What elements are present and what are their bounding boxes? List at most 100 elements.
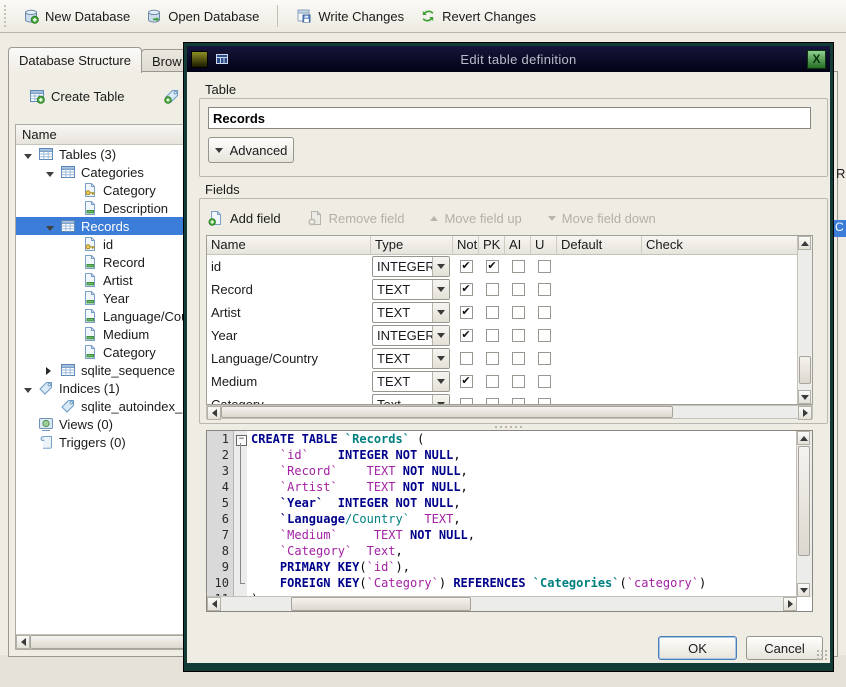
checkbox-not[interactable]: ✔ xyxy=(460,375,473,388)
fields-scroll-thumb[interactable] xyxy=(221,406,673,418)
column-header-u[interactable]: U xyxy=(531,236,557,254)
combo-arrow-icon[interactable] xyxy=(432,257,449,276)
checkbox-pk[interactable] xyxy=(486,352,499,365)
field-name-cell[interactable]: Language/Country xyxy=(207,351,371,366)
resize-grip[interactable] xyxy=(815,648,828,661)
checkbox-pk[interactable] xyxy=(486,283,499,296)
checkbox-ai[interactable] xyxy=(512,306,525,319)
expander-collapse-icon[interactable] xyxy=(46,219,58,234)
column-header-type[interactable]: Type xyxy=(371,236,453,254)
field-type-select[interactable]: INTEGER xyxy=(372,256,450,277)
new-database-button[interactable]: New Database xyxy=(15,4,138,28)
create-table-button[interactable]: Create Table xyxy=(21,84,132,108)
tab-database-structure[interactable]: Database Structure xyxy=(8,47,142,73)
checkbox-pk[interactable] xyxy=(486,375,499,388)
sql-fold-margin[interactable]: − xyxy=(234,431,247,597)
expander-collapse-icon[interactable] xyxy=(24,381,36,396)
sql-scroll-thumb[interactable] xyxy=(291,597,471,611)
field-name-cell[interactable]: Category xyxy=(207,397,371,405)
checkbox-not[interactable]: ✔ xyxy=(460,329,473,342)
checkbox-u[interactable] xyxy=(538,306,551,319)
advanced-button[interactable]: Advanced xyxy=(208,137,294,163)
table-name-input[interactable] xyxy=(208,107,811,129)
scroll-down-icon[interactable] xyxy=(797,583,810,597)
column-header-not[interactable]: Not xyxy=(453,236,479,254)
scroll-up-icon[interactable] xyxy=(797,431,810,445)
close-icon[interactable]: X xyxy=(807,50,826,69)
checkbox-pk[interactable] xyxy=(486,329,499,342)
combo-arrow-icon[interactable] xyxy=(432,349,449,368)
checkbox-ai[interactable] xyxy=(512,375,525,388)
field-type-select[interactable]: TEXT xyxy=(372,371,450,392)
checkbox-ai[interactable] xyxy=(512,329,525,342)
expander-expand-icon[interactable] xyxy=(46,363,58,378)
field-name-cell[interactable]: id xyxy=(207,259,371,274)
revert-changes-button[interactable]: Revert Changes xyxy=(412,4,544,28)
checkbox-u[interactable] xyxy=(538,260,551,273)
dialog-titlebar[interactable]: Edit table definition X xyxy=(187,46,830,72)
checkbox-u[interactable] xyxy=(538,329,551,342)
checkbox-pk[interactable] xyxy=(486,398,499,405)
expander-collapse-icon[interactable] xyxy=(46,165,58,180)
fields-vertical-scrollbar[interactable] xyxy=(797,236,812,404)
column-header-ai[interactable]: AI xyxy=(505,236,531,254)
field-name-cell[interactable]: Record xyxy=(207,282,371,297)
checkbox-not[interactable] xyxy=(460,398,473,405)
checkbox-pk[interactable] xyxy=(486,306,499,319)
field-type-select[interactable]: TEXT xyxy=(372,302,450,323)
window-menu-icon[interactable] xyxy=(191,51,208,68)
scroll-right-icon[interactable] xyxy=(783,597,797,611)
fields-vscroll-thumb[interactable] xyxy=(799,356,811,384)
scroll-up-icon[interactable] xyxy=(798,236,811,250)
checkbox-not[interactable]: ✔ xyxy=(460,260,473,273)
combo-arrow-icon[interactable] xyxy=(432,280,449,299)
checkbox-u[interactable] xyxy=(538,352,551,365)
checkbox-ai[interactable] xyxy=(512,352,525,365)
add-field-button[interactable]: Add field xyxy=(208,210,281,226)
field-name-cell[interactable]: Artist xyxy=(207,305,371,320)
field-type-select[interactable]: TEXT xyxy=(372,348,450,369)
scroll-down-icon[interactable] xyxy=(798,390,811,404)
open-database-button[interactable]: Open Database xyxy=(138,4,267,28)
checkbox-u[interactable] xyxy=(538,375,551,388)
field-name-cell[interactable]: Medium xyxy=(207,374,371,389)
ok-button[interactable]: OK xyxy=(658,636,737,660)
fields-horizontal-scrollbar[interactable] xyxy=(206,405,813,419)
field-type-select[interactable]: Text xyxy=(372,394,450,405)
combo-arrow-icon[interactable] xyxy=(432,395,449,405)
checkbox-u[interactable] xyxy=(538,398,551,405)
combo-arrow-icon[interactable] xyxy=(432,303,449,322)
column-header-pk[interactable]: PK xyxy=(479,236,505,254)
field-type-select[interactable]: INTEGER xyxy=(372,325,450,346)
splitter-handle[interactable] xyxy=(187,424,830,429)
column-header-check[interactable]: Check xyxy=(642,236,799,254)
combo-arrow-icon[interactable] xyxy=(432,372,449,391)
sql-preview-editor[interactable]: 1234567891011 − CREATE TABLE `Records` (… xyxy=(206,430,813,612)
field-type-select[interactable]: TEXT xyxy=(372,279,450,300)
sql-code[interactable]: CREATE TABLE `Records` ( `id` INTEGER NO… xyxy=(247,431,797,597)
checkbox-not[interactable]: ✔ xyxy=(460,306,473,319)
toolbar-drag-handle[interactable] xyxy=(3,4,7,28)
scroll-left-icon[interactable] xyxy=(207,406,221,420)
sql-horizontal-scrollbar[interactable] xyxy=(207,596,797,611)
checkbox-u[interactable] xyxy=(538,283,551,296)
field-name-cell[interactable]: Year xyxy=(207,328,371,343)
fold-collapse-icon[interactable]: − xyxy=(234,431,247,447)
checkbox-ai[interactable] xyxy=(512,283,525,296)
scroll-right-icon[interactable] xyxy=(798,406,812,420)
expander-collapse-icon[interactable] xyxy=(24,147,36,162)
checkbox-not[interactable] xyxy=(460,352,473,365)
scroll-left-icon[interactable] xyxy=(16,635,30,649)
column-header-default[interactable]: Default xyxy=(557,236,642,254)
sql-vscroll-thumb[interactable] xyxy=(798,446,810,556)
write-changes-button[interactable]: Write Changes xyxy=(288,4,412,28)
cancel-button[interactable]: Cancel xyxy=(746,636,823,660)
combo-arrow-icon[interactable] xyxy=(432,326,449,345)
sql-vertical-scrollbar[interactable] xyxy=(796,431,812,597)
checkbox-ai[interactable] xyxy=(512,398,525,405)
checkbox-ai[interactable] xyxy=(512,260,525,273)
scroll-left-icon[interactable] xyxy=(207,597,221,611)
checkbox-pk[interactable]: ✔ xyxy=(486,260,499,273)
checkbox-not[interactable]: ✔ xyxy=(460,283,473,296)
column-header-name[interactable]: Name xyxy=(207,236,371,254)
